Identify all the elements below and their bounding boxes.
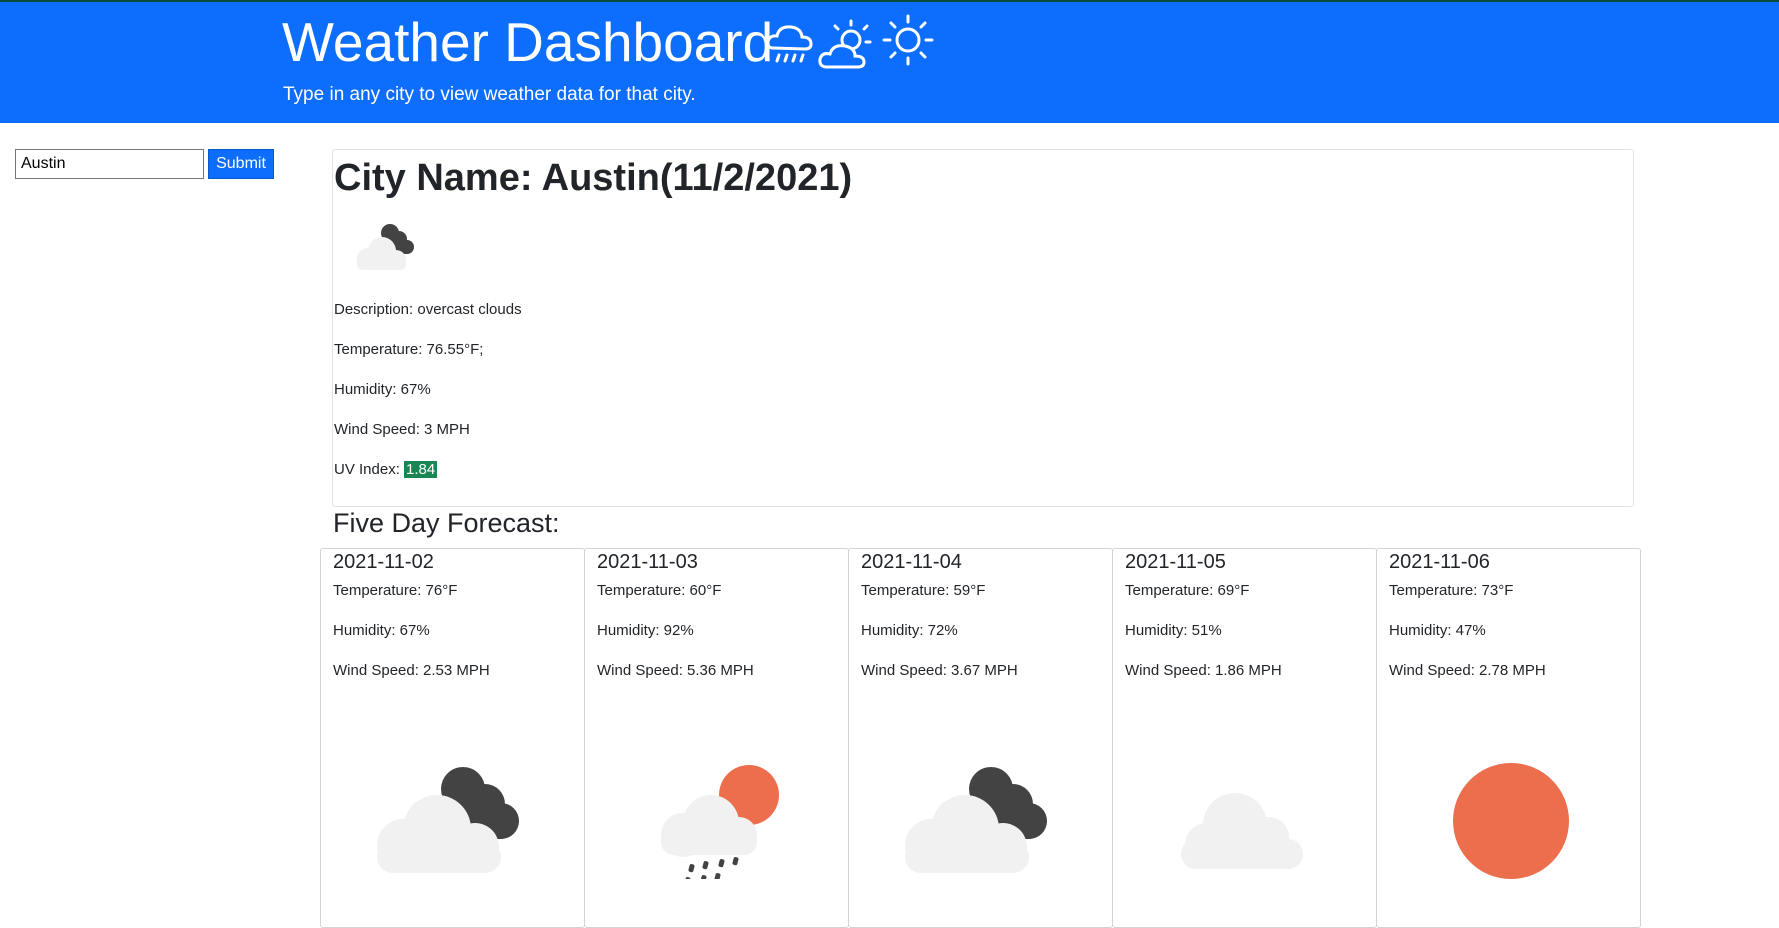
forecast-title: Five Day Forecast: xyxy=(333,508,560,538)
forecast-humidity: Humidity: 67% xyxy=(333,622,430,639)
current-uv-index: UV Index: 1.84 xyxy=(334,461,438,478)
current-description: Description: overcast clouds xyxy=(334,301,522,318)
forecast-wind-speed: Wind Speed: 3.67 MPH xyxy=(861,662,1018,679)
header-weather-icons xyxy=(766,14,934,69)
forecast-temperature: Temperature: 59°F xyxy=(861,582,986,599)
overcast-clouds-icon xyxy=(905,767,1047,873)
overcast-clouds-icon xyxy=(357,224,414,270)
forecast-date: 2021-11-04 xyxy=(861,551,962,573)
cloud-icon xyxy=(1181,793,1303,869)
current-temperature: Temperature: 76.55°F; xyxy=(334,341,484,358)
overcast-clouds-icon xyxy=(377,767,519,873)
sun-icon xyxy=(1453,763,1569,879)
forecast-humidity: Humidity: 72% xyxy=(861,622,958,639)
forecast-temperature: Temperature: 60°F xyxy=(597,582,722,599)
uv-index-label: UV Index: xyxy=(334,461,405,478)
rain-cloud-icon xyxy=(766,25,813,63)
page-header: Weather Dashboard Type in any city to vi… xyxy=(0,0,1779,123)
current-weather-card: City Name: Austin(11/2/2021) Description… xyxy=(332,149,1634,507)
forecast-wind-speed: Wind Speed: 2.53 MPH xyxy=(333,662,490,679)
sun-rain-cloud-icon xyxy=(661,765,779,879)
page-title: Weather Dashboard xyxy=(282,11,774,73)
forecast-temperature: Temperature: 69°F xyxy=(1125,582,1250,599)
forecast-humidity: Humidity: 92% xyxy=(597,622,694,639)
forecast-card: 2021-11-02 Temperature: 76°F Humidity: 6… xyxy=(320,548,585,928)
forecast-card: 2021-11-03 Temperature: 60°F Humidity: 9… xyxy=(584,548,849,928)
forecast-date: 2021-11-05 xyxy=(1125,551,1226,573)
uv-index-badge: 1.84 xyxy=(404,461,438,478)
sun-icon xyxy=(882,14,934,66)
forecast-wind-speed: Wind Speed: 1.86 MPH xyxy=(1125,662,1282,679)
page-subtitle: Type in any city to view weather data fo… xyxy=(283,84,696,105)
forecast-date: 2021-11-06 xyxy=(1389,551,1490,573)
forecast-temperature: Temperature: 73°F xyxy=(1389,582,1514,599)
forecast-temperature: Temperature: 76°F xyxy=(333,582,458,599)
current-wind-speed: Wind Speed: 3 MPH xyxy=(334,421,470,438)
forecast-humidity: Humidity: 51% xyxy=(1125,622,1222,639)
forecast-card: 2021-11-06 Temperature: 73°F Humidity: 4… xyxy=(1376,548,1641,928)
forecast-card: 2021-11-05 Temperature: 69°F Humidity: 5… xyxy=(1112,548,1377,928)
partly-sunny-icon xyxy=(818,19,872,69)
city-title: City Name: Austin(11/2/2021) xyxy=(334,157,853,199)
current-humidity: Humidity: 67% xyxy=(334,381,431,398)
forecast-date: 2021-11-02 xyxy=(333,551,434,573)
forecast-humidity: Humidity: 47% xyxy=(1389,622,1486,639)
forecast-wind-speed: Wind Speed: 5.36 MPH xyxy=(597,662,754,679)
city-search-input[interactable] xyxy=(15,149,204,179)
submit-button[interactable]: Submit xyxy=(208,149,274,179)
forecast-wind-speed: Wind Speed: 2.78 MPH xyxy=(1389,662,1546,679)
forecast-card: 2021-11-04 Temperature: 59°F Humidity: 7… xyxy=(848,548,1113,928)
forecast-date: 2021-11-03 xyxy=(597,551,698,573)
